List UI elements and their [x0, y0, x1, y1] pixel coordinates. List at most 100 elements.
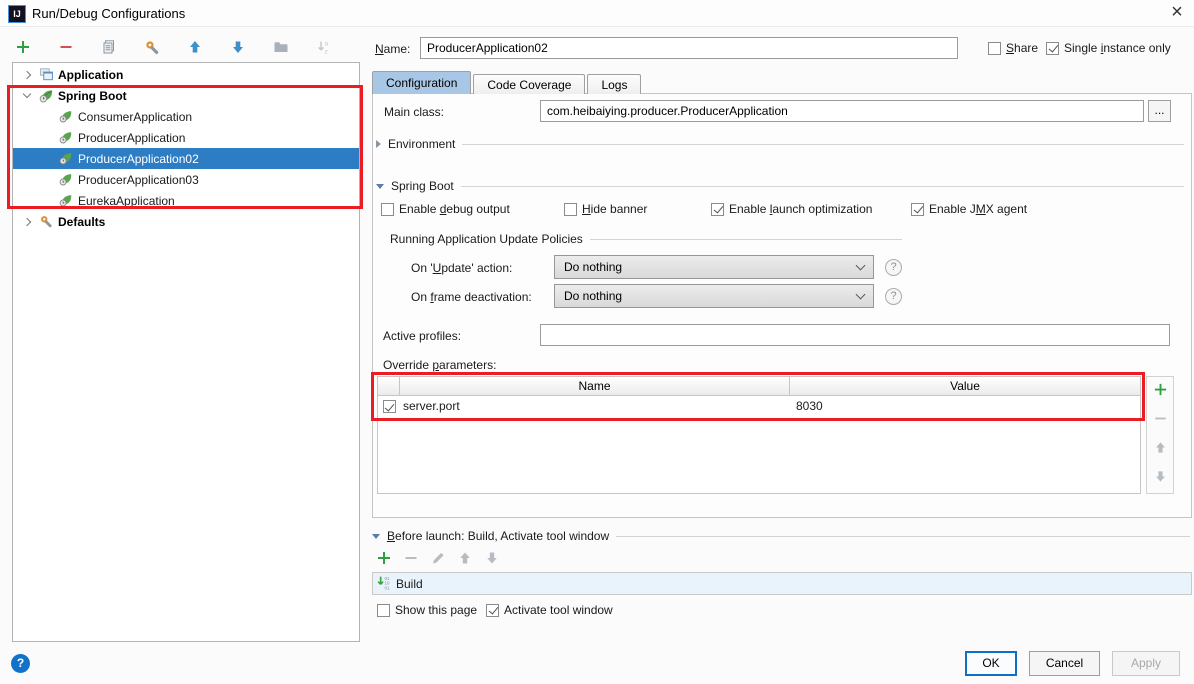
- apply-button[interactable]: Apply: [1112, 651, 1180, 676]
- enable-debug-output-checkbox[interactable]: Enable debug output: [381, 202, 510, 216]
- tree-node-eureka-application[interactable]: EurekaApplication: [13, 190, 359, 211]
- chevron-down-icon[interactable]: [21, 94, 33, 97]
- on-update-help-icon[interactable]: ?: [885, 259, 902, 276]
- remove-parameter-icon[interactable]: [1153, 411, 1168, 429]
- single-instance-checkbox-box[interactable]: [1046, 42, 1059, 55]
- tab-logs[interactable]: Logs: [587, 74, 641, 94]
- show-this-page-checkbox[interactable]: Show this page: [377, 603, 477, 617]
- add-task-icon[interactable]: [376, 550, 392, 569]
- intellij-logo-icon: IJ: [8, 5, 26, 23]
- row-value-cell[interactable]: 8030: [790, 399, 1140, 413]
- remove-task-icon[interactable]: [403, 550, 419, 569]
- copy-configuration-icon[interactable]: [100, 38, 118, 56]
- ok-button[interactable]: OK: [965, 651, 1017, 676]
- browse-main-class-button[interactable]: ...: [1148, 100, 1171, 122]
- on-frame-deactivation-label: On frame deactivation:: [411, 290, 532, 304]
- edit-task-icon[interactable]: [430, 550, 446, 569]
- active-profiles-label: Active profiles:: [383, 329, 461, 343]
- help-icon[interactable]: ?: [11, 654, 30, 673]
- hide-banner-checkbox[interactable]: Hide banner: [564, 202, 647, 216]
- tree-node-producer-application03[interactable]: ProducerApplication03: [13, 169, 359, 190]
- tree-node-producer-application[interactable]: ProducerApplication: [13, 127, 359, 148]
- before-launch-section-header[interactable]: Before launch: Build, Activate tool wind…: [372, 529, 1190, 543]
- remove-configuration-icon[interactable]: [57, 38, 75, 56]
- enable-launch-optimization-label: Enable launch optimization: [729, 202, 872, 216]
- chevron-right-icon[interactable]: [21, 219, 33, 225]
- move-task-down-icon[interactable]: [484, 550, 500, 569]
- enable-debug-output-box[interactable]: [381, 203, 394, 216]
- row-name-cell[interactable]: server.port: [400, 399, 790, 413]
- close-icon[interactable]: ×: [1160, 0, 1194, 27]
- add-configuration-icon[interactable]: [14, 38, 32, 56]
- on-update-action-dropdown[interactable]: Do nothing: [554, 255, 874, 279]
- share-checkbox-box[interactable]: [988, 42, 1001, 55]
- tree-node-consumer-application[interactable]: ConsumerApplication: [13, 106, 359, 127]
- tree-node-label: Defaults: [58, 215, 105, 229]
- application-icon: [39, 67, 54, 82]
- single-instance-checkbox[interactable]: Single instance only: [1046, 41, 1171, 55]
- svg-text:a: a: [325, 41, 329, 48]
- tab-configuration[interactable]: Configuration: [372, 71, 471, 94]
- show-this-page-box[interactable]: [377, 604, 390, 617]
- tree-node-producer-application02-selected[interactable]: ProducerApplication02: [13, 148, 359, 169]
- move-parameter-up-icon[interactable]: [1153, 440, 1168, 458]
- expanded-triangle-icon[interactable]: [372, 534, 380, 539]
- name-input[interactable]: [420, 37, 958, 59]
- tree-node-spring-boot[interactable]: Spring Boot: [13, 85, 359, 106]
- environment-section-header[interactable]: Environment: [376, 137, 1184, 151]
- chevron-right-icon[interactable]: [21, 72, 33, 78]
- table-header-checkbox-column: [378, 377, 400, 395]
- hide-banner-box[interactable]: [564, 203, 577, 216]
- section-rule: [462, 144, 1184, 145]
- section-rule: [461, 186, 1184, 187]
- spring-boot-section-label: Spring Boot: [391, 179, 454, 193]
- enable-launch-optimization-checkbox[interactable]: Enable launch optimization: [711, 202, 872, 216]
- update-policies-group-header: Running Application Update Policies: [390, 232, 902, 246]
- tab-code-coverage[interactable]: Code Coverage: [473, 74, 585, 94]
- spring-boot-icon: [59, 151, 74, 166]
- dialog-title: Run/Debug Configurations: [32, 6, 185, 21]
- single-instance-label: Single instance only: [1064, 41, 1171, 55]
- enable-jmx-agent-checkbox[interactable]: Enable JMX agent: [911, 202, 1027, 216]
- tree-node-defaults[interactable]: Defaults: [13, 211, 359, 232]
- build-task-row[interactable]: 011001 Build: [373, 573, 1191, 594]
- enable-jmx-agent-box[interactable]: [911, 203, 924, 216]
- defaults-settings-icon: [39, 214, 54, 229]
- spring-boot-icon: [59, 130, 74, 145]
- sort-alphabetically-icon[interactable]: az: [315, 38, 333, 56]
- build-task-label: Build: [396, 577, 423, 591]
- move-task-up-icon[interactable]: [457, 550, 473, 569]
- add-parameter-icon[interactable]: [1153, 382, 1168, 400]
- spring-boot-icon: [59, 193, 74, 208]
- on-frame-deactivation-dropdown[interactable]: Do nothing: [554, 284, 874, 308]
- table-row-server-port[interactable]: server.port 8030: [378, 396, 1140, 416]
- override-parameters-table: Name Value server.port 8030: [377, 376, 1141, 494]
- expanded-triangle-icon[interactable]: [376, 184, 384, 189]
- edit-defaults-icon[interactable]: [143, 38, 161, 56]
- enable-debug-output-label: Enable debug output: [399, 202, 510, 216]
- share-checkbox[interactable]: Share: [988, 41, 1038, 55]
- collapsed-triangle-icon[interactable]: [376, 140, 381, 148]
- spring-boot-section-header[interactable]: Spring Boot: [376, 179, 1184, 193]
- cancel-button[interactable]: Cancel: [1029, 651, 1100, 676]
- on-frame-help-icon[interactable]: ?: [885, 288, 902, 305]
- main-class-input[interactable]: [540, 100, 1144, 122]
- move-down-icon[interactable]: [229, 38, 247, 56]
- activate-tool-window-box[interactable]: [486, 604, 499, 617]
- tree-node-application[interactable]: Application: [13, 64, 359, 85]
- table-header-value: Value: [790, 377, 1140, 395]
- activate-tool-window-checkbox[interactable]: Activate tool window: [486, 603, 613, 617]
- enable-jmx-agent-label: Enable JMX agent: [929, 202, 1027, 216]
- move-parameter-down-icon[interactable]: [1153, 469, 1168, 487]
- tree-node-label: ConsumerApplication: [78, 110, 192, 124]
- on-update-action-label: On 'Update' action:: [411, 261, 512, 275]
- move-up-icon[interactable]: [186, 38, 204, 56]
- tree-node-label: ProducerApplication: [78, 131, 185, 145]
- row-enabled-checkbox[interactable]: [383, 400, 396, 413]
- configurations-tree: Application Spring Boot ConsumerApplicat…: [12, 62, 360, 642]
- active-profiles-input[interactable]: [540, 324, 1170, 346]
- tree-node-label: ProducerApplication02: [78, 152, 199, 166]
- show-this-page-label: Show this page: [395, 603, 477, 617]
- new-folder-icon[interactable]: [272, 38, 290, 56]
- enable-launch-optimization-box[interactable]: [711, 203, 724, 216]
